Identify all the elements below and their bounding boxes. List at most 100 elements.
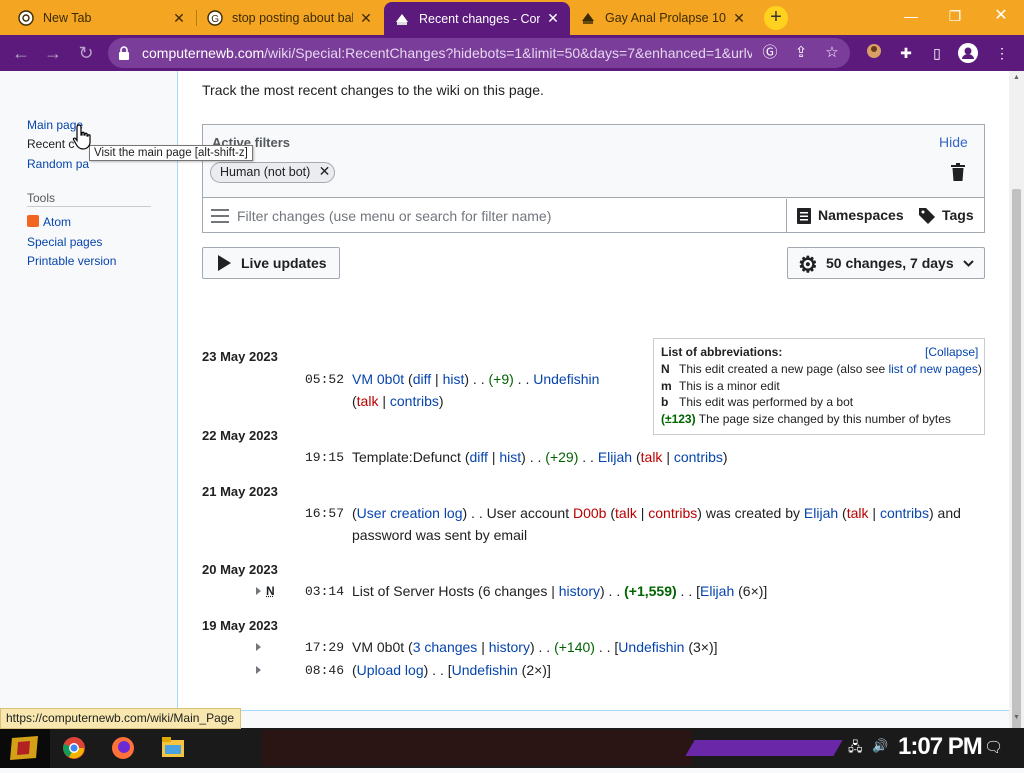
firefox-taskbar-icon[interactable] (111, 736, 135, 760)
url-text[interactable]: computernewb.com/wiki/Special:RecentChan… (142, 45, 752, 61)
talk-link[interactable]: talk (357, 393, 379, 409)
collapse-legend-link[interactable]: [Collapse] (925, 345, 978, 359)
user-link[interactable]: Undefishin (533, 371, 599, 387)
menu-hamburger-icon[interactable] (211, 209, 229, 223)
sidebar-recent-changes[interactable]: Recent c (27, 137, 74, 151)
contribs-link[interactable]: contribs (648, 505, 697, 521)
play-icon (217, 255, 231, 271)
close-tab-icon[interactable]: ✕ (359, 10, 373, 27)
notifications-icon[interactable]: 🗨 (984, 738, 1003, 756)
page-link[interactable]: VM 0b0t (352, 371, 404, 387)
sidebar-special-pages[interactable]: Special pages (27, 235, 102, 249)
filter-search-input[interactable]: Filter changes (use menu or search for f… (203, 199, 786, 232)
close-tab-icon[interactable]: ✕ (546, 10, 560, 27)
close-window-icon[interactable]: ✕ (986, 5, 1016, 27)
page-link[interactable]: List of Server Hosts (352, 583, 474, 599)
namespaces-button[interactable]: Namespaces (818, 207, 904, 223)
hist-link[interactable]: hist (499, 449, 521, 465)
bookmark-star-icon[interactable]: ☆ (822, 43, 842, 63)
extensions-puzzle-icon[interactable]: ✚ (896, 43, 916, 63)
google-icon: G (207, 10, 223, 26)
address-bar[interactable]: computernewb.com/wiki/Special:RecentChan… (108, 38, 850, 68)
back-arrow-icon[interactable]: ← (9, 41, 33, 65)
close-tab-icon[interactable]: ✕ (732, 10, 746, 27)
talk-link[interactable]: talk (641, 449, 663, 465)
scroll-up-arrow-icon[interactable]: ▲ (1009, 74, 1024, 81)
account-avatar-icon[interactable] (958, 43, 978, 63)
scrollbar-thumb[interactable] (1012, 189, 1021, 751)
trash-icon[interactable] (951, 163, 965, 181)
hide-filters-link[interactable]: Hide (939, 134, 968, 150)
volume-icon[interactable]: 🔊 (872, 738, 888, 754)
talk-link[interactable]: talk (847, 505, 869, 521)
profile-extension-icon[interactable] (864, 43, 884, 63)
date-heading: 20 May 2023 (202, 562, 278, 577)
taskbar-clock[interactable]: 1:07 PM (898, 733, 982, 761)
chrome-taskbar-icon[interactable] (62, 736, 86, 760)
changes-limit-dropdown[interactable]: ⚙ 50 changes, 7 days (787, 247, 985, 279)
diff-link[interactable]: diff (470, 449, 488, 465)
expand-triangle-icon[interactable] (256, 643, 261, 651)
forward-arrow-icon[interactable]: → (41, 41, 65, 65)
scroll-down-arrow-icon[interactable]: ▼ (1009, 714, 1024, 721)
tab-title: New Tab (43, 11, 166, 25)
new-tab-button[interactable]: + (764, 6, 788, 30)
google-lens-icon[interactable]: Ⓖ (760, 43, 780, 63)
filter-tag-human[interactable]: Human (not bot) ✕ (210, 162, 335, 183)
user-count: (2×)] (522, 662, 551, 678)
active-filters-area: Active filters Hide Human (not bot) ✕ (203, 125, 984, 198)
tab-recent-changes[interactable]: Recent changes - Computernewb ✕ (384, 2, 570, 35)
history-link[interactable]: history (489, 639, 530, 655)
remove-filter-icon[interactable]: ✕ (319, 163, 331, 180)
legend-title: List of abbreviations: (661, 345, 782, 359)
filter-placeholder: Filter changes (use menu or search for f… (237, 208, 551, 224)
hand-cursor-icon (72, 124, 94, 150)
menu-kebab-icon[interactable]: ⋮ (992, 43, 1012, 63)
history-link[interactable]: history (559, 583, 600, 599)
sidebar-printable-version[interactable]: Printable version (27, 254, 116, 268)
talk-link[interactable]: talk (615, 505, 637, 521)
user-link[interactable]: Elijah (700, 583, 734, 599)
minimize-icon[interactable]: — (896, 5, 926, 27)
user-link[interactable]: Elijah (598, 449, 632, 465)
sidebar-random-page[interactable]: Random pa (27, 157, 89, 171)
contribs-link[interactable]: contribs (880, 505, 929, 521)
expand-triangle-icon[interactable] (256, 666, 261, 674)
expand-triangle-icon[interactable] (256, 587, 261, 595)
user-link[interactable]: Undefishin (452, 662, 518, 678)
change-time: 08:46 (305, 663, 344, 678)
close-tab-icon[interactable]: ✕ (172, 10, 186, 27)
sidebar-atom[interactable]: Atom (43, 215, 71, 229)
share-icon[interactable]: ⇪ (791, 43, 811, 63)
contribs-link[interactable]: contribs (674, 449, 723, 465)
tags-button[interactable]: Tags (942, 207, 974, 223)
change-row: List of Server Hosts (6 changes | histor… (352, 583, 767, 599)
reload-icon[interactable]: ↻ (74, 41, 98, 65)
changes-link[interactable]: 3 changes (413, 639, 478, 655)
network-icon[interactable]: 🖧 (848, 738, 863, 760)
tab-title: Recent changes - Computernewb (419, 12, 540, 26)
maximize-icon[interactable]: ❐ (940, 5, 970, 27)
contribs-link[interactable]: contribs (390, 393, 439, 409)
separator: | (662, 449, 673, 465)
upload-log-link[interactable]: Upload log (357, 662, 424, 678)
side-panel-icon[interactable]: ▯ (927, 43, 947, 63)
start-button[interactable] (0, 728, 50, 768)
page-link[interactable]: VM 0b0t (352, 639, 404, 655)
tab-google-search[interactable]: G stop posting about baka ✕ (197, 3, 383, 33)
user-creation-log-link[interactable]: User creation log (357, 505, 463, 521)
separator: . . (578, 449, 597, 465)
page-link[interactable]: Template:Defunct (352, 449, 461, 465)
tab-wiki-page[interactable]: Gay Anal Prolapse 10 ✕ (570, 3, 756, 33)
diff-link[interactable]: diff (413, 371, 431, 387)
hist-link[interactable]: hist (443, 371, 465, 387)
tab-new-tab[interactable]: New Tab ✕ (8, 3, 196, 33)
file-explorer-icon[interactable] (162, 737, 184, 757)
page-scrollbar[interactable]: ▲ ▼ (1009, 71, 1024, 728)
live-updates-button[interactable]: Live updates (202, 247, 340, 279)
new-user-link[interactable]: D00b (573, 505, 606, 521)
user-link[interactable]: Elijah (804, 505, 838, 521)
list-of-new-pages-link[interactable]: list of new pages (888, 362, 977, 376)
user-link[interactable]: Undefishin (618, 639, 684, 655)
separator: . . (605, 583, 624, 599)
